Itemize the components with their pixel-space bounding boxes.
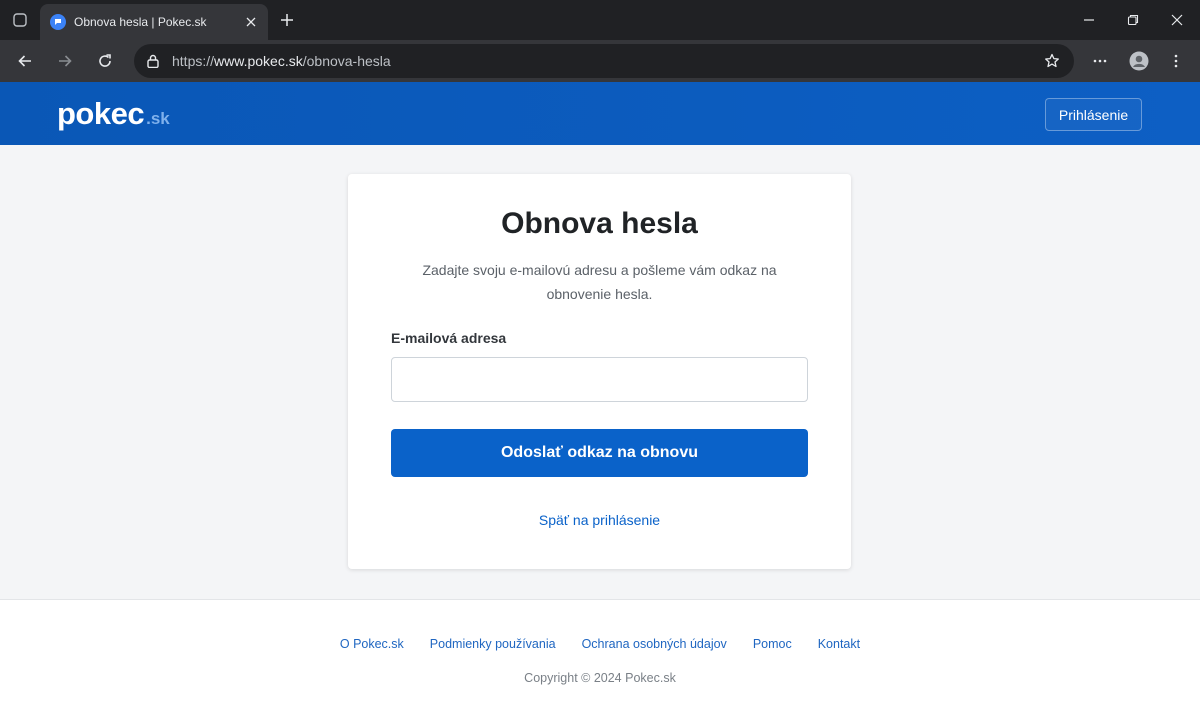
email-label: E-mailová adresa <box>391 330 507 346</box>
footer-link-contact[interactable]: Kontakt <box>818 637 860 651</box>
browser-toolbar: https://www.pokec.sk/obnova-hesla <box>0 40 1200 82</box>
site-footer: O Pokec.sk Podmienky používania Ochrana … <box>0 599 1200 720</box>
main-content: Obnova hesla Zadajte svoju e-mailovú adr… <box>0 145 1200 599</box>
arrow-left-icon[interactable] <box>11 47 39 75</box>
login-button[interactable]: Prihlásenie <box>1045 98 1142 131</box>
footer-link-help[interactable]: Pomoc <box>753 637 792 651</box>
url-path: /obnova-hesla <box>302 53 391 69</box>
footer-link-privacy[interactable]: Ochrana osobných údajov <box>582 637 727 651</box>
close-tab-icon[interactable] <box>242 13 260 31</box>
new-tab-icon[interactable] <box>276 9 298 31</box>
footer-links: O Pokec.sk Podmienky používania Ochrana … <box>0 637 1200 651</box>
address-bar[interactable]: https://www.pokec.sk/obnova-hesla <box>134 44 1074 78</box>
more-vertical-icon[interactable] <box>1162 47 1190 75</box>
tab-switcher-icon[interactable] <box>8 8 32 32</box>
site-header: pokec .sk Prihlásenie <box>0 82 1200 145</box>
footer-link-terms[interactable]: Podmienky používania <box>430 637 556 651</box>
url-scheme: https:// <box>172 53 215 69</box>
more-horizontal-icon[interactable] <box>1086 47 1114 75</box>
browser-tab-bar: Obnova hesla | Pokec.sk <box>0 0 1200 40</box>
close-window-icon[interactable] <box>1162 6 1192 34</box>
logo-suffix-text: .sk <box>146 109 170 128</box>
copyright-text: Copyright © 2024 Pokec.sk <box>524 671 676 685</box>
profile-icon[interactable] <box>1125 47 1153 75</box>
lock-icon[interactable] <box>146 54 160 68</box>
back-to-login-link[interactable]: Späť na prihlásenie <box>348 512 851 528</box>
arrow-right-icon[interactable] <box>51 47 79 75</box>
form-description: Zadajte svoju e-mailovú adresu a pošleme… <box>422 262 777 302</box>
submit-reset-button[interactable]: Odoslať odkaz na obnovu <box>391 429 808 477</box>
url-host: www.pokec.sk <box>214 53 303 69</box>
url-text[interactable]: https://www.pokec.sk/obnova-hesla <box>172 53 1042 69</box>
email-field[interactable] <box>391 357 808 402</box>
restore-icon[interactable] <box>1118 6 1148 34</box>
footer-link-about[interactable]: O Pokec.sk <box>340 637 404 651</box>
page-title: Obnova hesla <box>501 207 698 240</box>
browser-tab-active[interactable]: Obnova hesla | Pokec.sk <box>40 4 268 40</box>
minimize-icon[interactable] <box>1074 6 1104 34</box>
logo-main-text: pokec <box>57 96 145 131</box>
tab-title: Obnova hesla | Pokec.sk <box>74 15 207 29</box>
star-icon[interactable] <box>1042 51 1062 71</box>
pokec-favicon-icon <box>50 14 66 30</box>
pokec-logo[interactable]: pokec .sk <box>57 96 170 132</box>
password-reset-card: Obnova hesla Zadajte svoju e-mailovú adr… <box>348 174 851 569</box>
reload-icon[interactable] <box>91 47 119 75</box>
